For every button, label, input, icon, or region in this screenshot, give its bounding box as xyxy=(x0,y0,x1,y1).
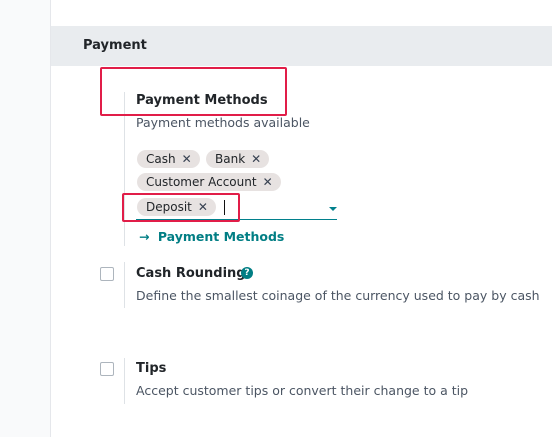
left-margin xyxy=(0,0,51,437)
tag-label: Cash xyxy=(146,152,176,166)
tag-cash: Cash ✕ xyxy=(137,150,200,168)
payment-methods-description: Payment methods available xyxy=(136,115,310,130)
tag-label: Bank xyxy=(215,152,246,166)
highlight-box-payment-methods xyxy=(100,67,287,116)
highlight-box-deposit xyxy=(122,193,240,222)
cash-rounding-description: Define the smallest coinage of the curre… xyxy=(136,288,540,303)
payment-methods-link[interactable]: → Payment Methods xyxy=(139,229,284,244)
setting-divider xyxy=(124,262,125,308)
chevron-down-icon[interactable] xyxy=(329,207,337,211)
arrow-right-icon: → xyxy=(139,229,150,244)
help-icon[interactable]: ? xyxy=(241,267,253,279)
tips-description: Accept customer tips or convert their ch… xyxy=(136,383,469,398)
tag-bank: Bank ✕ xyxy=(206,150,270,168)
remove-tag-icon[interactable]: ✕ xyxy=(251,152,261,166)
remove-tag-icon[interactable]: ✕ xyxy=(263,175,273,189)
cash-rounding-title: Cash Rounding xyxy=(136,266,246,281)
tips-title: Tips xyxy=(136,361,167,376)
tips-checkbox[interactable] xyxy=(100,362,114,376)
settings-panel: Payment Payment Methods Payment methods … xyxy=(51,0,552,437)
tag-customer-account: Customer Account ✕ xyxy=(137,173,281,191)
remove-tag-icon[interactable]: ✕ xyxy=(182,152,192,166)
section-title: Payment xyxy=(83,38,147,53)
link-label: Payment Methods xyxy=(157,229,285,244)
section-header: Payment xyxy=(51,26,552,66)
cash-rounding-checkbox[interactable] xyxy=(100,267,114,281)
setting-divider xyxy=(124,358,125,404)
tag-label: Customer Account xyxy=(146,175,257,189)
